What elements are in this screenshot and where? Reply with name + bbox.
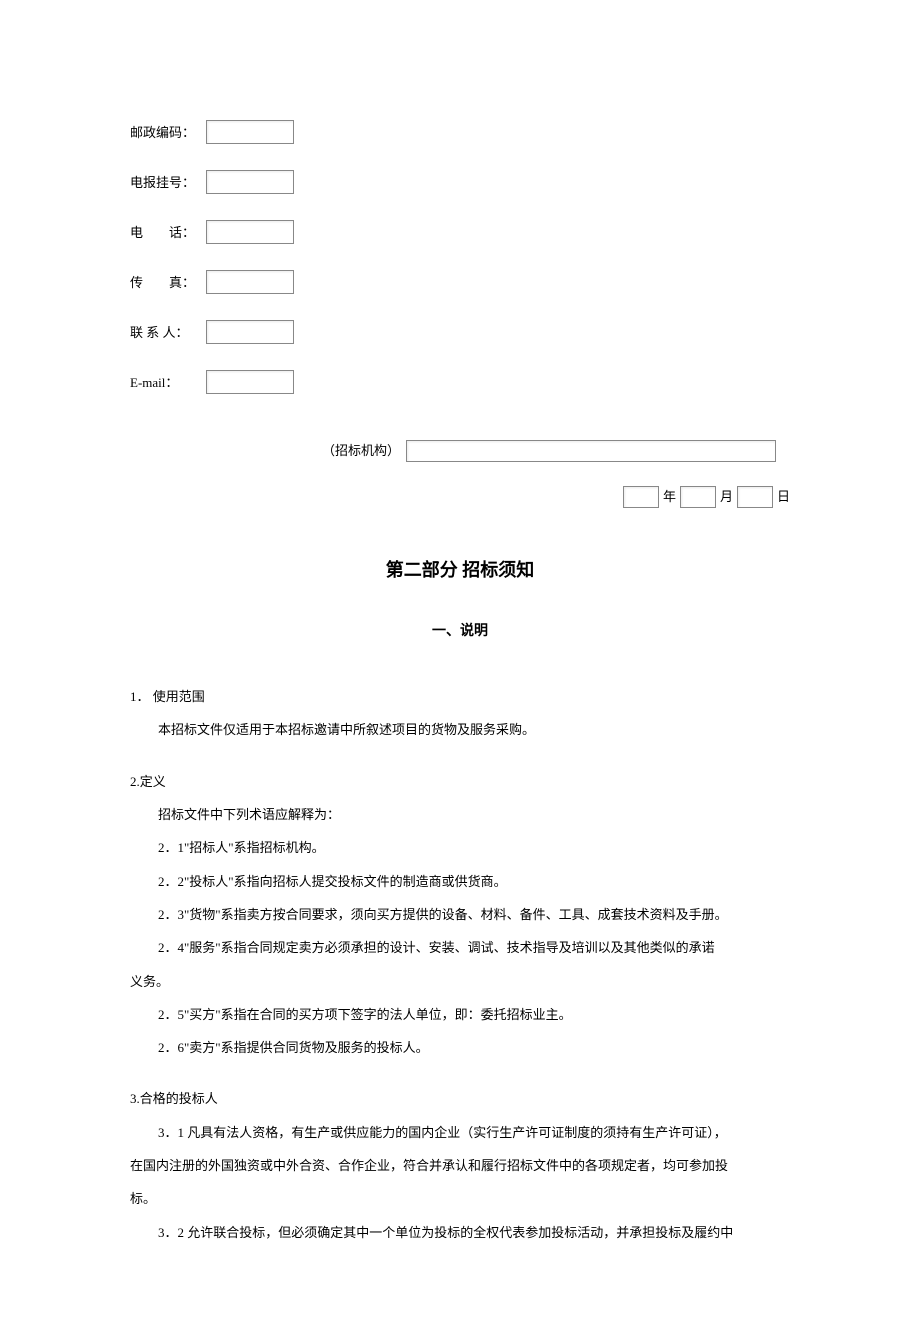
clause-2-header: 2.定义 bbox=[130, 768, 790, 795]
clause-3-p1: 3．1 凡具有法人资格，有生产或供应能力的国内企业（实行生产许可证制度的须持有生… bbox=[130, 1119, 790, 1146]
email-label: E-mail： bbox=[130, 373, 200, 394]
month-suffix: 月 bbox=[720, 487, 733, 508]
clause-2-p4: 2．3"货物"系指卖方按合同要求，须向买方提供的设备、材料、备件、工具、成套技术… bbox=[130, 901, 790, 928]
telex-row: 电报挂号： bbox=[130, 170, 790, 194]
clause-2-p5: 2．4"服务"系指合同规定卖方必须承担的设计、安装、调试、技术指导及培训以及其他… bbox=[130, 934, 790, 961]
fax-label: 传 真： bbox=[130, 273, 200, 294]
telex-label: 电报挂号： bbox=[130, 173, 200, 194]
clause-1: 1． 使用范围 本招标文件仅适用于本招标邀请中所叙述项目的货物及服务采购。 bbox=[130, 683, 790, 744]
section-title: 第二部分 招标须知 bbox=[130, 556, 790, 585]
contact-input[interactable] bbox=[206, 320, 294, 344]
postal-code-label: 邮政编码： bbox=[130, 123, 200, 144]
fax-row: 传 真： bbox=[130, 270, 790, 294]
org-input[interactable] bbox=[406, 440, 776, 462]
contact-label: 联 系 人： bbox=[130, 323, 200, 344]
document-page: 邮政编码： 电报挂号： 电 话： 传 真： 联 系 人： E-mail： （招标… bbox=[0, 0, 920, 1330]
contact-row: 联 系 人： bbox=[130, 320, 790, 344]
year-suffix: 年 bbox=[663, 487, 676, 508]
date-row: 年 月 日 bbox=[130, 486, 790, 508]
fax-input[interactable] bbox=[206, 270, 294, 294]
postal-code-input[interactable] bbox=[206, 120, 294, 144]
clause-3-p2: 3．2 允许联合投标，但必须确定其中一个单位为投标的全权代表参加投标活动，并承担… bbox=[130, 1219, 790, 1246]
telex-input[interactable] bbox=[206, 170, 294, 194]
clause-1-p1: 本招标文件仅适用于本招标邀请中所叙述项目的货物及服务采购。 bbox=[130, 716, 790, 743]
clause-2-p1: 招标文件中下列术语应解释为： bbox=[130, 801, 790, 828]
clause-2: 2.定义 招标文件中下列术语应解释为： 2．1"招标人"系指招标机构。 2．2"… bbox=[130, 768, 790, 1062]
month-input[interactable] bbox=[680, 486, 716, 508]
phone-input[interactable] bbox=[206, 220, 294, 244]
phone-row: 电 话： bbox=[130, 220, 790, 244]
year-input[interactable] bbox=[623, 486, 659, 508]
postal-code-row: 邮政编码： bbox=[130, 120, 790, 144]
day-suffix: 日 bbox=[777, 487, 790, 508]
clause-2-p5b: 义务。 bbox=[130, 968, 790, 995]
clause-3-header: 3.合格的投标人 bbox=[130, 1085, 790, 1112]
clause-2-p3: 2．2"投标人"系指向招标人提交投标文件的制造商或供货商。 bbox=[130, 868, 790, 895]
clause-3-p1c: 标。 bbox=[130, 1185, 790, 1212]
clause-3: 3.合格的投标人 3．1 凡具有法人资格，有生产或供应能力的国内企业（实行生产许… bbox=[130, 1085, 790, 1245]
day-input[interactable] bbox=[737, 486, 773, 508]
email-row: E-mail： bbox=[130, 370, 790, 394]
clause-2-p7: 2．6"卖方"系指提供合同货物及服务的投标人。 bbox=[130, 1034, 790, 1061]
phone-label: 电 话： bbox=[130, 223, 200, 244]
clause-2-p6: 2．5"买方"系指在合同的买方项下签字的法人单位，即：委托招标业主。 bbox=[130, 1001, 790, 1028]
email-input[interactable] bbox=[206, 370, 294, 394]
org-row: （招标机构） bbox=[130, 440, 790, 462]
clause-3-p1b: 在国内注册的外国独资或中外合资、合作企业，符合并承认和履行招标文件中的各项规定者… bbox=[130, 1152, 790, 1179]
clause-1-header: 1． 使用范围 bbox=[130, 683, 790, 710]
sub-title: 一、说明 bbox=[130, 621, 790, 643]
org-label: （招标机构） bbox=[322, 441, 400, 462]
clause-2-p2: 2．1"招标人"系指招标机构。 bbox=[130, 834, 790, 861]
